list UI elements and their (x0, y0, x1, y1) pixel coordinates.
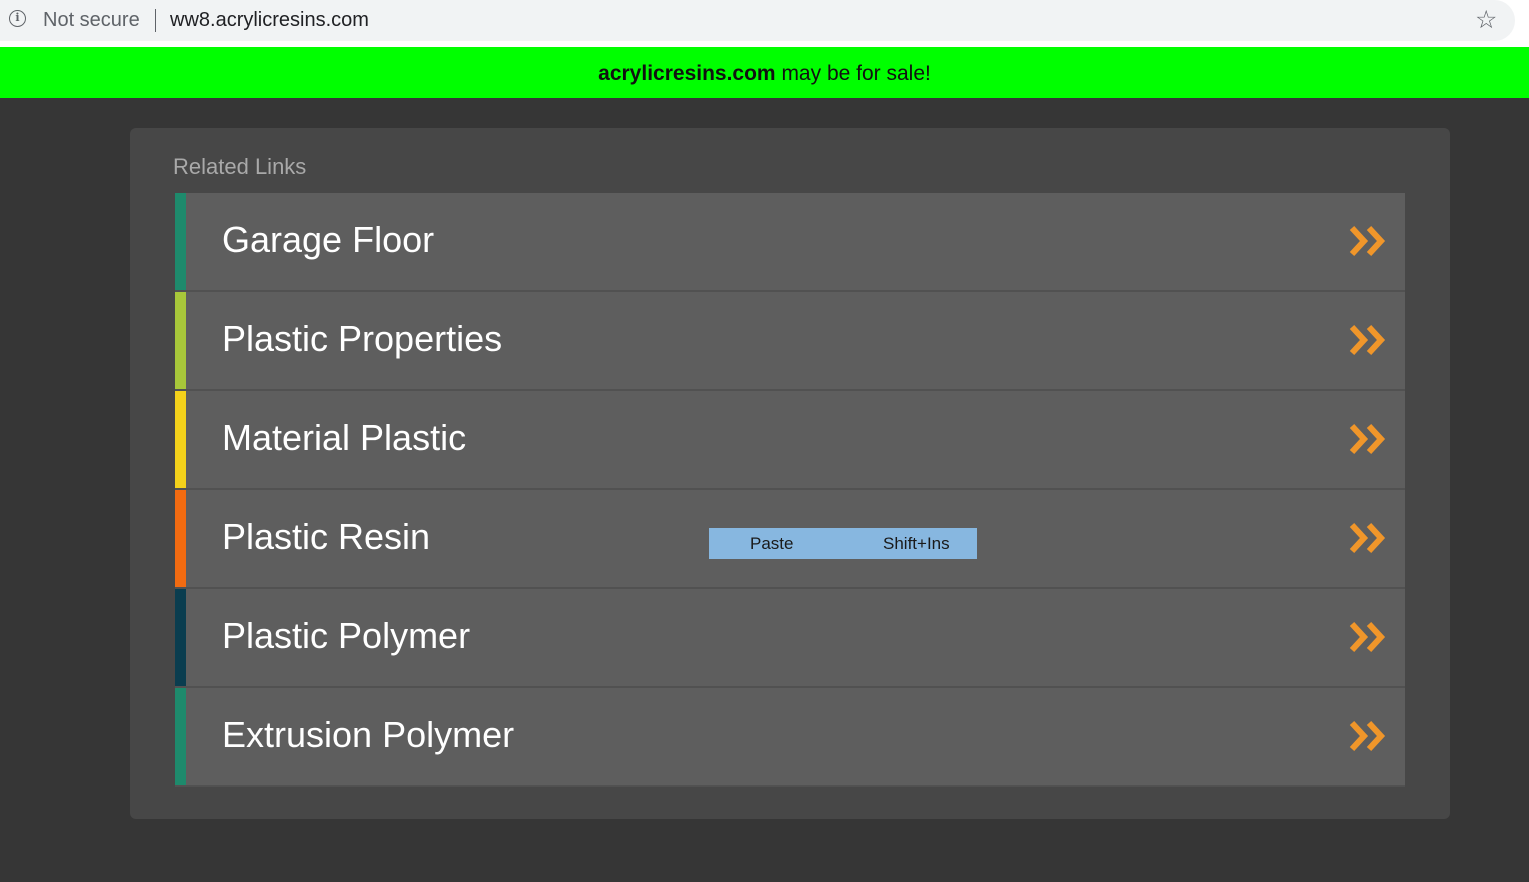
related-link-material-plastic[interactable]: Material Plastic (175, 391, 1405, 490)
related-link-plastic-polymer[interactable]: Plastic Polymer (175, 589, 1405, 688)
related-links-panel: Related Links Garage Floor Plastic Prope… (130, 128, 1450, 819)
security-status[interactable]: Not secure (43, 9, 140, 32)
bookmark-star-icon[interactable]: ☆ (1475, 5, 1497, 35)
info-icon[interactable]: i (9, 10, 26, 27)
link-label[interactable]: Garage Floor (222, 219, 434, 261)
link-label[interactable]: Extrusion Polymer (222, 714, 514, 756)
double-chevron-right-icon[interactable] (1349, 225, 1389, 257)
double-chevron-right-icon[interactable] (1349, 621, 1389, 653)
context-menu-label[interactable]: Paste (750, 534, 793, 554)
panel-title: Related Links (173, 154, 307, 179)
divider (155, 9, 156, 32)
related-link-plastic-properties[interactable]: Plastic Properties (175, 292, 1405, 391)
url-text[interactable]: ww8.acrylicresins.com (170, 9, 369, 32)
accent-bar (175, 193, 186, 290)
links-list: Garage Floor Plastic Properties Material… (175, 193, 1405, 787)
banner-domain[interactable]: acrylicresins.com (598, 62, 775, 85)
link-label[interactable]: Material Plastic (222, 417, 466, 459)
double-chevron-right-icon[interactable] (1349, 423, 1389, 455)
related-link-extrusion-polymer[interactable]: Extrusion Polymer (175, 688, 1405, 787)
accent-bar (175, 391, 186, 488)
double-chevron-right-icon[interactable] (1349, 522, 1389, 554)
link-label[interactable]: Plastic Properties (222, 318, 502, 360)
related-link-garage-floor[interactable]: Garage Floor (175, 193, 1405, 292)
double-chevron-right-icon[interactable] (1349, 324, 1389, 356)
accent-bar (175, 688, 186, 785)
banner-message: may be for sale! (775, 62, 931, 85)
accent-bar (175, 589, 186, 686)
link-label[interactable]: Plastic Polymer (222, 615, 470, 657)
link-label[interactable]: Plastic Resin (222, 516, 430, 558)
context-menu-shortcut: Shift+Ins (883, 534, 950, 553)
omnibox[interactable]: i Not secure ww8.acrylicresins.com (0, 0, 1515, 41)
accent-bar (175, 490, 186, 587)
double-chevron-right-icon[interactable] (1349, 720, 1389, 752)
accent-bar (175, 292, 186, 389)
context-menu-paste-item[interactable]: Paste Shift+Ins (709, 528, 977, 559)
browser-address-bar: i Not secure ww8.acrylicresins.com ☆ (0, 0, 1529, 47)
sale-banner[interactable]: acrylicresins.com may be for sale! (0, 47, 1529, 98)
